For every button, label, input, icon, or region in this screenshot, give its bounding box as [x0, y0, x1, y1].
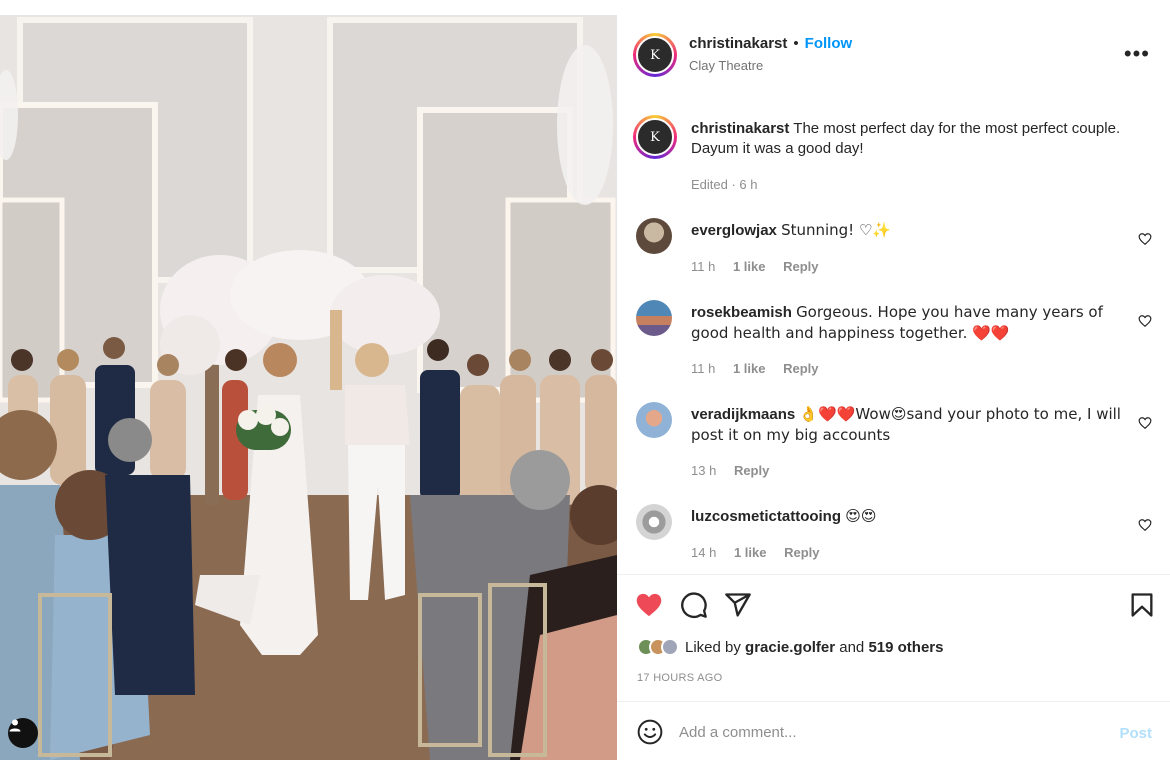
comment-body: Stunning! ♡✨ [781, 221, 892, 239]
author-username[interactable]: christinakarst [689, 35, 787, 52]
commenter-avatar[interactable] [636, 402, 672, 438]
comment-likes[interactable]: 1 like [733, 259, 766, 274]
comment-input[interactable] [679, 717, 1099, 747]
comment-meta: 11 h 1 like Reply [691, 361, 833, 376]
bookmark-icon[interactable] [1128, 591, 1156, 619]
comment-item: rosekbeamish Gorgeous. Hope you have man… [617, 300, 1170, 400]
comment-username[interactable]: everglowjax [691, 222, 777, 239]
comment-time: 13 h [691, 463, 717, 478]
comment-text: veradijkmaans 👌❤️❤️Wow😍sand your photo t… [691, 404, 1121, 446]
reply-button[interactable]: Reply [783, 361, 818, 376]
more-horizontal-icon[interactable]: ••• [1124, 43, 1150, 65]
comment-username[interactable]: veradijkmaans [691, 406, 795, 423]
comment-likes[interactable]: 1 like [734, 545, 767, 560]
reply-button[interactable]: Reply [784, 545, 819, 560]
comment-time: 11 h [691, 361, 716, 376]
reply-button[interactable]: Reply [734, 463, 769, 478]
share-icon[interactable] [724, 591, 752, 619]
likes-others[interactable]: 519 others [868, 639, 943, 656]
likes-prefix: Liked by [685, 638, 741, 656]
comment-body: 😍😍 [845, 507, 877, 525]
avatar-monogram: K [650, 47, 660, 63]
post-timestamp: 17 HOURS AGO [637, 672, 723, 684]
comment-username[interactable]: rosekbeamish [691, 304, 792, 321]
comment-text: rosekbeamish Gorgeous. Hope you have man… [691, 302, 1121, 344]
emoji-icon[interactable] [637, 719, 663, 745]
comment-heart-icon[interactable] [1138, 314, 1152, 328]
post-action-bar [617, 583, 1170, 623]
commenter-avatar[interactable] [636, 504, 672, 540]
caption-text: christinakarst The most perfect day for … [691, 119, 1141, 159]
divider [617, 701, 1170, 702]
reply-button[interactable]: Reply [783, 259, 818, 274]
divider [617, 574, 1170, 575]
comment-time: 11 h [691, 259, 716, 274]
likes-text: Liked by gracie.golfer and 519 others [685, 639, 944, 656]
wedding-ceremony-image [0, 15, 617, 760]
comment-heart-icon[interactable] [1138, 232, 1152, 246]
tagged-user-icon[interactable] [8, 718, 38, 748]
post-header: K christinakarst • Follow Clay Theatre •… [617, 15, 1170, 95]
likes-summary[interactable]: Liked by gracie.golfer and 519 others [637, 635, 944, 659]
avatar-monogram: K [650, 129, 660, 145]
author-avatar[interactable]: K [633, 33, 677, 77]
add-comment-bar: Post [617, 711, 1170, 753]
caption-meta: Edited · 6 h [691, 177, 758, 192]
caption-username[interactable]: christinakarst [691, 120, 789, 137]
post-location[interactable]: Clay Theatre [689, 58, 763, 73]
follow-button[interactable]: Follow [805, 35, 853, 52]
like-heart-icon[interactable] [635, 591, 663, 619]
caption-author-avatar[interactable]: K [633, 115, 677, 159]
comment-icon[interactable] [680, 591, 708, 619]
post-comment-button[interactable]: Post [1119, 725, 1152, 742]
commenter-avatar[interactable] [636, 218, 672, 254]
liker-avatar [661, 638, 679, 656]
comment-text: luzcosmetictattooing 😍😍 [691, 506, 1121, 527]
post-photo[interactable] [0, 15, 617, 760]
comment-likes[interactable]: 1 like [733, 361, 766, 376]
likes-connector: and [839, 638, 865, 656]
comment-item: veradijkmaans 👌❤️❤️Wow😍sand your photo t… [617, 402, 1170, 502]
comment-text: everglowjax Stunning! ♡✨ [691, 220, 1121, 241]
comment-meta: 11 h 1 like Reply [691, 259, 833, 274]
liker-username[interactable]: gracie.golfer [745, 639, 835, 656]
commenter-avatar[interactable] [636, 300, 672, 336]
comment-username[interactable]: luzcosmetictattooing [691, 508, 841, 525]
post-sidebar: K christinakarst • Follow Clay Theatre •… [617, 15, 1170, 760]
comment-heart-icon[interactable] [1138, 518, 1152, 532]
comment-time: 14 h [691, 545, 717, 560]
comment-heart-icon[interactable] [1138, 416, 1152, 430]
separator-dot: • [793, 35, 799, 52]
comment-meta: 14 h 1 like Reply [691, 545, 834, 560]
comment-meta: 13 h Reply [691, 463, 783, 478]
